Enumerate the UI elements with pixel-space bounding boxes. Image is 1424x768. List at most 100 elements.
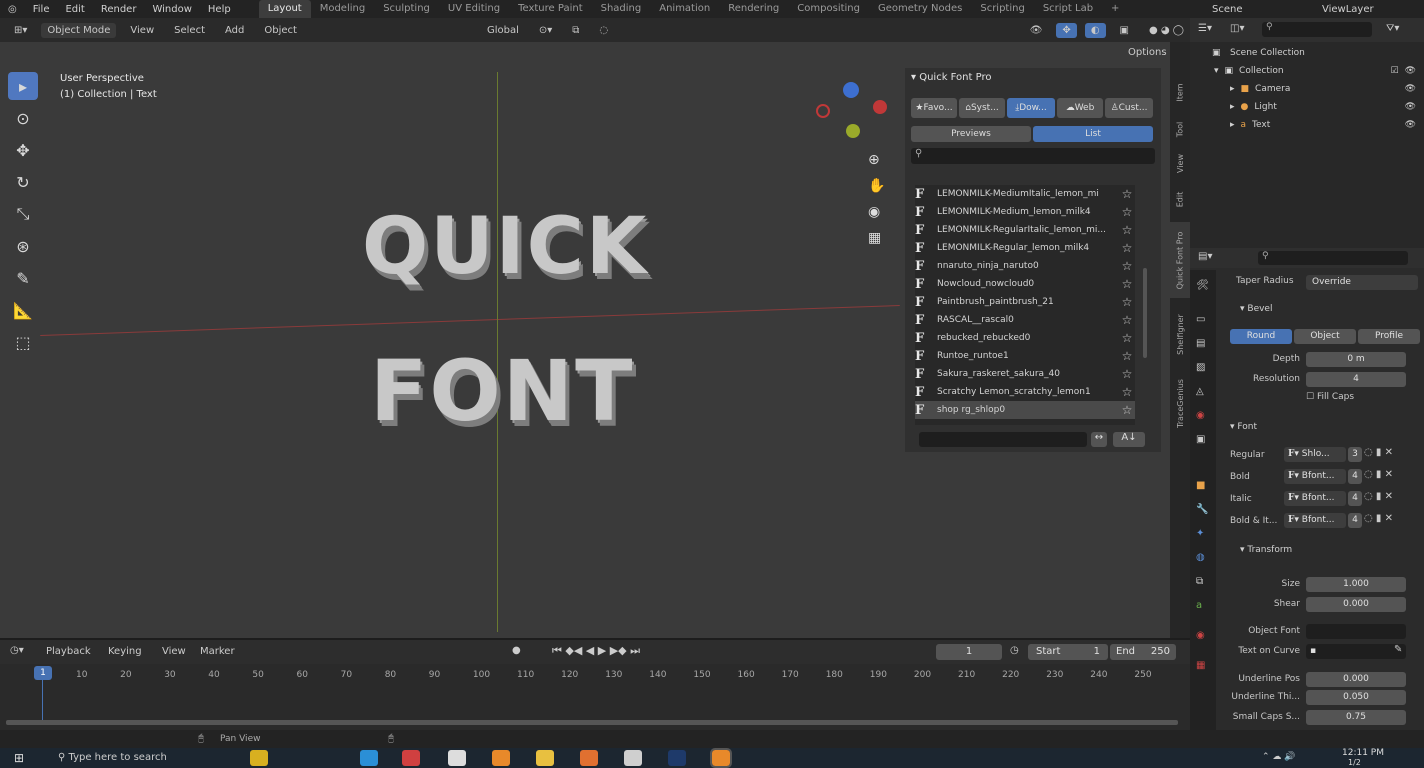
font-italic-actions-icon[interactable]: ◌ ▮ ✕ bbox=[1364, 491, 1393, 502]
gizmo-toggle-icon[interactable]: ✥ bbox=[1056, 22, 1077, 38]
eye-icon[interactable]: 👁 bbox=[1399, 66, 1424, 76]
scene-tab-icon[interactable]: ◬ bbox=[1196, 386, 1204, 397]
system-tray-icons[interactable]: ⌃ ☁ 🔊 bbox=[1262, 752, 1295, 762]
menu-help[interactable]: Help bbox=[200, 4, 239, 15]
perspective-toggle-icon[interactable]: ▦ bbox=[868, 230, 881, 246]
tab-rendering[interactable]: Rendering bbox=[719, 0, 788, 18]
app-icon[interactable] bbox=[580, 750, 598, 766]
tab-tracegenius[interactable]: TraceGenius bbox=[1170, 368, 1190, 438]
tab-quick-font-pro[interactable]: Quick Font Pro bbox=[1170, 222, 1190, 298]
font-section-header[interactable]: ▾ Font bbox=[1230, 422, 1257, 432]
menu-window[interactable]: Window bbox=[144, 4, 199, 15]
editor-type-icon[interactable]: ▤▾ bbox=[1198, 251, 1212, 262]
size-field[interactable]: 1.000 bbox=[1306, 577, 1406, 592]
tab-shelfigner[interactable]: Shelfigner bbox=[1170, 304, 1190, 364]
editor-type-icon[interactable]: ◷▾ bbox=[10, 645, 24, 656]
font-row[interactable]: F RASCAL__rascal0 ☆ bbox=[915, 311, 1135, 329]
star-icon[interactable]: ☆ bbox=[1119, 295, 1135, 309]
font-bold-italic-actions-icon[interactable]: ◌ ▮ ✕ bbox=[1364, 513, 1393, 524]
taper-radius-dropdown[interactable]: Override bbox=[1306, 275, 1418, 290]
start-frame-field[interactable]: Start 1 bbox=[1028, 644, 1108, 660]
font-bold-italic-selector[interactable]: F▾ Bfont... bbox=[1284, 513, 1346, 528]
menu-add[interactable]: Add bbox=[219, 23, 250, 38]
select-box-icon[interactable]: ▸ bbox=[8, 72, 38, 100]
explorer-icon[interactable] bbox=[536, 750, 554, 766]
font-row[interactable]: F Sakura_raskeret_sakura_40 ☆ bbox=[915, 365, 1135, 383]
font-row[interactable]: F Scratchy Lemon_scratchy_lemon1 ☆ bbox=[915, 383, 1135, 401]
bevel-section-header[interactable]: ▾ Bevel bbox=[1240, 304, 1272, 314]
font-italic-selector[interactable]: F▾ Bfont... bbox=[1284, 491, 1346, 506]
tab-scripting[interactable]: Scripting bbox=[971, 0, 1033, 18]
star-icon[interactable]: ☆ bbox=[1119, 385, 1135, 399]
annotate-icon[interactable]: ✎ bbox=[8, 264, 38, 292]
outliner-row-collection[interactable]: ▾ ▣ Collection ☑ 👁 bbox=[1190, 62, 1424, 80]
object-font-field[interactable] bbox=[1306, 624, 1406, 639]
eye-icon[interactable]: 👁 bbox=[1399, 84, 1424, 94]
star-icon[interactable]: ☆ bbox=[1119, 241, 1135, 255]
display-mode-icon[interactable]: ◫▾ bbox=[1230, 23, 1244, 34]
outliner-row-camera[interactable]: ▸ ■ Camera 👁 bbox=[1190, 80, 1424, 98]
blender-active-icon[interactable] bbox=[710, 748, 732, 768]
transform-section-header[interactable]: ▾ Transform bbox=[1240, 545, 1292, 555]
current-frame-field[interactable]: 1 bbox=[936, 644, 1002, 660]
menu-edit[interactable]: Edit bbox=[57, 4, 92, 15]
bevel-round-tab[interactable]: Round bbox=[1230, 329, 1292, 344]
tab-uv-editing[interactable]: UV Editing bbox=[439, 0, 509, 18]
font-row[interactable]: F Runtoe_runtoe1 ☆ bbox=[915, 347, 1135, 365]
depth-field[interactable]: 0 m bbox=[1306, 352, 1406, 367]
menu-file[interactable]: File bbox=[25, 4, 58, 15]
menu-select[interactable]: Select bbox=[168, 23, 211, 38]
menu-view[interactable]: View bbox=[124, 23, 160, 38]
playhead[interactable]: 1 bbox=[34, 666, 52, 680]
swap-icon[interactable]: ↔ bbox=[1091, 432, 1107, 447]
tab-view[interactable]: View bbox=[1170, 146, 1190, 180]
xray-icon[interactable]: ▣ bbox=[1114, 23, 1135, 38]
list-filter-input[interactable] bbox=[919, 432, 1087, 447]
nav-gizmo-y-icon[interactable] bbox=[846, 124, 860, 138]
taskbar-search-input[interactable]: ⚲ Type here to search bbox=[46, 748, 246, 768]
fill-caps-checkbox[interactable]: ☐ Fill Caps bbox=[1306, 392, 1354, 402]
scale-icon[interactable]: ⤡ bbox=[8, 200, 38, 228]
end-frame-field[interactable]: End 250 bbox=[1110, 644, 1176, 660]
transform-orientation-dropdown[interactable]: Global bbox=[481, 23, 525, 38]
tool-tab-icon[interactable]: 🛠 bbox=[1196, 280, 1209, 291]
panel-header[interactable]: ▾ Quick Font Pro bbox=[911, 72, 991, 83]
font-bold-selector[interactable]: F▾ Bfont... bbox=[1284, 469, 1346, 484]
nav-gizmo-negx-icon[interactable] bbox=[816, 104, 830, 118]
outliner-search-input[interactable]: ⚲ bbox=[1262, 22, 1372, 37]
render-tab-icon[interactable]: ▭ bbox=[1196, 314, 1205, 325]
font-regular-selector[interactable]: F▾ Shlo... bbox=[1284, 447, 1346, 462]
collection-tab-icon[interactable]: ▣ bbox=[1196, 434, 1205, 445]
outliner-row-text[interactable]: ▸ a Text 👁 bbox=[1190, 116, 1424, 134]
text-on-curve-field[interactable]: ▪ bbox=[1306, 644, 1406, 659]
expand-icon[interactable]: ▸ bbox=[1190, 120, 1235, 130]
material-tab-icon[interactable]: ◉ bbox=[1196, 630, 1205, 641]
web-button[interactable]: ☁ Web bbox=[1057, 98, 1103, 118]
font-regular-actions-icon[interactable]: ◌ ▮ ✕ bbox=[1364, 447, 1393, 458]
options-dropdown[interactable]: Options bbox=[1128, 47, 1167, 58]
tab-modeling[interactable]: Modeling bbox=[311, 0, 375, 18]
view-layer-tab-icon[interactable]: ▨ bbox=[1196, 362, 1205, 373]
edge-icon[interactable] bbox=[360, 750, 378, 766]
shading-solid-icon[interactable]: ● ◕ ◯ bbox=[1143, 23, 1190, 38]
zoom-icon[interactable]: ⊕ bbox=[868, 152, 880, 168]
downloads-button[interactable]: ⤓ Dow... bbox=[1007, 98, 1055, 118]
overlay-toggle-icon[interactable]: ◐ bbox=[1084, 22, 1106, 38]
star-icon[interactable]: ☆ bbox=[1119, 403, 1135, 417]
outliner-row-light[interactable]: ▸ ● Light 👁 bbox=[1190, 98, 1424, 116]
menu-playback[interactable]: Playback bbox=[46, 646, 91, 657]
font-row[interactable]: F LEMONMILK-Medium_lemon_milk4 ☆ bbox=[915, 203, 1135, 221]
snap-icon[interactable]: ⧉ bbox=[566, 23, 585, 38]
font-row[interactable]: F Paintbrush_paintbrush_21 ☆ bbox=[915, 293, 1135, 311]
transform-icon[interactable]: ⊛ bbox=[8, 232, 38, 260]
tab-compositing[interactable]: Compositing bbox=[788, 0, 869, 18]
eyedropper-icon[interactable]: ✎ bbox=[1394, 644, 1402, 655]
menu-keying[interactable]: Keying bbox=[108, 646, 142, 657]
data-tab-icon[interactable]: a bbox=[1196, 600, 1202, 611]
small-caps-field[interactable]: 0.75 bbox=[1306, 710, 1406, 725]
widgets-icon[interactable] bbox=[250, 750, 268, 766]
3d-text-font[interactable]: FONT bbox=[370, 342, 634, 440]
star-icon[interactable]: ☆ bbox=[1119, 331, 1135, 345]
editor-type-icon[interactable]: ☰▾ bbox=[1198, 23, 1212, 34]
photoshop-icon[interactable] bbox=[668, 750, 686, 766]
